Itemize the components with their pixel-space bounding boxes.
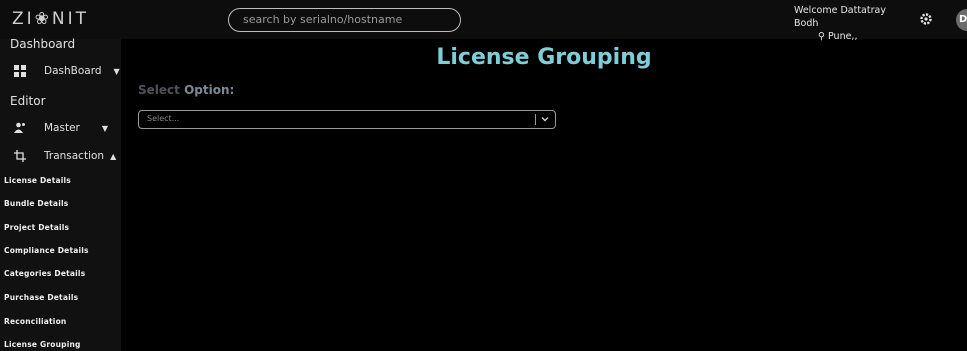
- sidebar-item-label: DashBoard: [44, 65, 102, 77]
- option-select[interactable]: Select...: [138, 110, 556, 129]
- page-title: License Grouping: [436, 45, 652, 70]
- sidebar: Dashboard DashBoard ▼ Editor Master ▼ Tr…: [0, 37, 121, 351]
- sidebar-heading-editor: Editor: [10, 94, 46, 108]
- sidebar-item-dashboard[interactable]: DashBoard ▼: [14, 65, 120, 77]
- users-icon: [14, 122, 25, 133]
- user-info: Welcome Dattatray Bodh ⚲ Pune,,: [794, 4, 904, 43]
- sidebar-subitem-categories-details[interactable]: Categories Details: [4, 269, 85, 278]
- gear-icon[interactable]: [919, 12, 933, 26]
- search-input[interactable]: search by serialno/hostname: [228, 8, 461, 32]
- sidebar-item-transaction[interactable]: Transaction ▲: [14, 150, 116, 162]
- sidebar-subitem-compliance-details[interactable]: Compliance Details: [4, 246, 89, 255]
- sidebar-item-label: Master: [44, 122, 80, 134]
- sidebar-subitem-purchase-details[interactable]: Purchase Details: [4, 293, 78, 302]
- sidebar-subitem-bundle-details[interactable]: Bundle Details: [4, 199, 68, 208]
- select-separator: [535, 114, 536, 125]
- sidebar-subitem-reconciliation[interactable]: Reconciliation: [4, 317, 66, 326]
- avatar[interactable]: DB: [956, 9, 967, 31]
- sidebar-item-label: Transaction: [44, 150, 105, 162]
- chevron-down-icon: ▼: [101, 123, 109, 133]
- main-content: License Grouping Select Option: Select..…: [121, 39, 967, 351]
- sidebar-heading-dashboard: Dashboard: [10, 37, 76, 51]
- welcome-text: Welcome Dattatray Bodh: [794, 5, 886, 29]
- top-bar: ZI❀NIT search by serialno/hostname Welco…: [0, 0, 967, 42]
- sidebar-subitem-license-grouping[interactable]: License Grouping: [4, 340, 81, 349]
- select-option-label: Select Option:: [138, 83, 235, 97]
- chevron-up-icon: ▲: [110, 151, 117, 161]
- crop-icon: [14, 150, 26, 162]
- sidebar-item-master[interactable]: Master ▼: [14, 122, 108, 134]
- dashboard-grid-icon: [14, 65, 26, 77]
- chevron-down-icon: ▼: [113, 66, 120, 76]
- chevron-down-icon[interactable]: [540, 113, 550, 125]
- app-logo[interactable]: ZI❀NIT: [12, 9, 89, 29]
- sidebar-subitem-license-details[interactable]: License Details: [4, 176, 71, 185]
- select-placeholder: Select...: [147, 114, 180, 123]
- sidebar-subitem-project-details[interactable]: Project Details: [4, 223, 69, 232]
